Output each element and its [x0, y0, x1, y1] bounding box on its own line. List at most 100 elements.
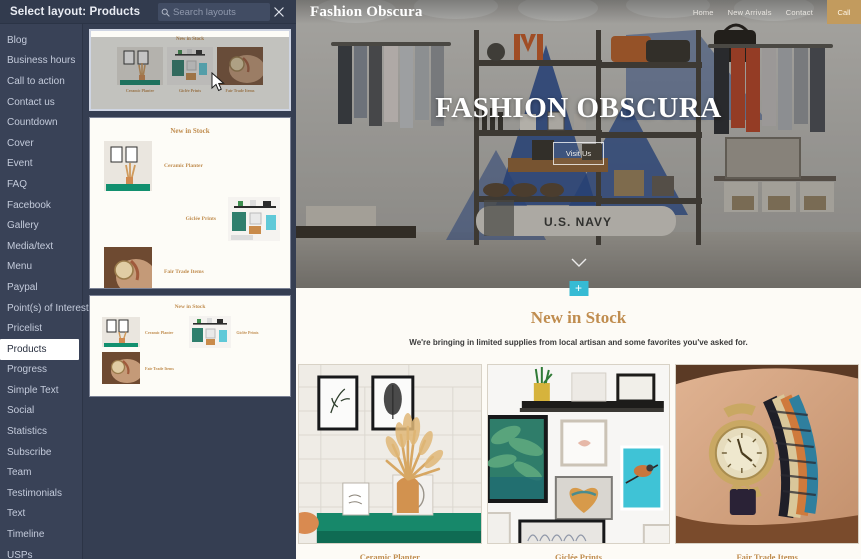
sidebar-item-call-to-action[interactable]: Call to action	[0, 71, 82, 92]
thumb2-caption: Fair Trade Items	[164, 269, 204, 275]
sidebar-item-products[interactable]: Products	[0, 338, 79, 360]
sidebar-item-label: Social	[7, 405, 35, 417]
thumb2-row: Giclée Prints	[90, 197, 290, 241]
sidebar-item-label: Cover	[7, 137, 34, 149]
sidebar-item-label: Progress	[7, 364, 48, 376]
thumb3-title: New in Stock	[174, 304, 206, 310]
sidebar-item-label: Event	[7, 158, 33, 170]
nav-link-new-arrivals[interactable]: New Arrivals	[728, 8, 772, 17]
sidebar-item-contact-us[interactable]: Contact us	[0, 92, 82, 113]
category-sidebar[interactable]: Blog Business hours Call to action Contact …	[0, 24, 89, 559]
sidebar-item-label: Subscribe	[7, 446, 52, 458]
section-title: New in Stock	[530, 308, 627, 327]
product-caption: Ceramic Planter	[359, 552, 420, 559]
sidebar-item-menu[interactable]: Menu	[0, 257, 82, 278]
thumb1-image-planter	[117, 47, 163, 85]
sidebar-item-facebook[interactable]: Facebook	[0, 195, 82, 216]
sidebar-item-label: Products	[7, 343, 47, 355]
thumb2-title: New in Stock	[170, 127, 210, 135]
sidebar-item-team[interactable]: Team	[0, 462, 82, 483]
add-block-button[interactable]: +	[569, 281, 588, 296]
sidebar-item-business-hours[interactable]: Business hours	[0, 51, 82, 72]
thumb2-image-prints	[228, 197, 280, 241]
sidebar-item-countdown[interactable]: Countdown	[0, 112, 82, 133]
thumb3-image-fairtrade	[102, 352, 140, 384]
site-nav[interactable]: Home New Arrivals Contact	[693, 0, 827, 24]
nav-link-home[interactable]: Home	[693, 8, 714, 17]
section-subtitle: We're bringing in limited supplies from …	[409, 338, 748, 347]
layout-thumbnail-zigzag[interactable]: New in Stock Ceramic Planter Giclée Prin…	[89, 117, 291, 289]
product-grid: Ceramic Planter Giclée Prints Fair Trade…	[296, 364, 861, 559]
layout-preview-pane: U.S. NAVY Fashion Obscura Home New Arriv…	[296, 0, 861, 559]
sidebar-item-label: Pricelist	[7, 323, 43, 335]
thumb1-caption: Fair Trade Items	[225, 88, 255, 93]
modal-topbar: Select layout: Products	[0, 0, 305, 24]
thumb1-image-prints	[167, 47, 213, 85]
sidebar-item-blog[interactable]: Blog	[0, 30, 82, 51]
visit-us-button[interactable]: Visit Us	[552, 142, 605, 165]
sidebar-item-subscribe[interactable]: Subscribe	[0, 442, 82, 463]
sidebar-item-paypal[interactable]: Paypal	[0, 277, 82, 298]
page-title: Select layout: Products	[10, 5, 141, 18]
sidebar-item-cover[interactable]: Cover	[0, 133, 82, 154]
sidebar-item-usps[interactable]: USPs	[0, 545, 82, 559]
thumb1-cell: Ceramic Planter	[117, 47, 163, 93]
layout-thumbnail-grid[interactable]: New in Stock Ceramic Planter Giclée Prin…	[89, 29, 291, 111]
sidebar-item-faq[interactable]: FAQ	[0, 174, 82, 195]
sidebar-item-label: Facebook	[7, 199, 51, 211]
sidebar-item-label: Testimonials	[7, 487, 63, 499]
layout-thumbnail-panel[interactable]: New in Stock Ceramic Planter Giclée Prin…	[82, 24, 296, 559]
thumb1-caption: Giclée Prints	[178, 88, 202, 93]
product-card[interactable]: Fair Trade Items	[675, 364, 860, 559]
sidebar-item-event[interactable]: Event	[0, 154, 82, 175]
site-header: Fashion Obscura Home New Arrivals Contact …	[296, 0, 861, 24]
thumb3-caption: Fair Trade Items	[145, 365, 174, 371]
thumb3-row: Ceramic Planter	[102, 316, 173, 348]
thumb2-caption: Ceramic Planter	[164, 163, 203, 169]
layout-thumbnail-twocol[interactable]: New in Stock Ceramic Planter Giclée Prin…	[89, 295, 291, 397]
nav-link-contact[interactable]: Contact	[786, 8, 813, 17]
sidebar-item-social[interactable]: Social	[0, 401, 82, 422]
sidebar-item-text[interactable]: Text	[0, 504, 82, 525]
product-caption: Fair Trade Items	[736, 552, 798, 559]
search-layouts-box[interactable]	[158, 3, 305, 21]
product-card[interactable]: Ceramic Planter	[298, 364, 482, 559]
scroll-down-chevron-icon[interactable]	[571, 258, 587, 268]
sidebar-item-label: Point(s) of Interest	[7, 302, 89, 314]
thumb1-cell: Fair Trade Items	[217, 47, 263, 93]
hero-title: FASHION OBSCURA	[435, 92, 722, 124]
product-card[interactable]: Giclée Prints	[486, 364, 671, 559]
sidebar-item-label: Menu	[7, 261, 33, 273]
sidebar-item-statistics[interactable]: Statistics	[0, 421, 82, 442]
thumb2-image-fairtrade	[104, 247, 152, 288]
product-image-fair-trade-items	[675, 364, 860, 544]
sidebar-item-gallery[interactable]: Gallery	[0, 215, 82, 236]
thumb3-row: Fair Trade Items	[90, 352, 290, 384]
thumb1-caption: Ceramic Planter	[125, 88, 155, 93]
sidebar-item-label: Team	[7, 467, 32, 479]
hero-section: U.S. NAVY Fashion Obscura Home New Arriv…	[296, 0, 861, 288]
thumb2-caption: Giclée Prints	[185, 216, 216, 222]
hero-content: FASHION OBSCURA Visit Us	[296, 92, 861, 165]
thumb2-row: Fair Trade Items	[90, 247, 290, 288]
sidebar-item-label: USPs	[7, 549, 33, 559]
sidebar-item-label: Text	[7, 508, 26, 520]
sidebar-item-testimonials[interactable]: Testimonials	[0, 483, 82, 504]
sidebar-item-progress[interactable]: Progress	[0, 360, 82, 381]
sidebar-item-timeline[interactable]: Timeline	[0, 524, 82, 545]
close-icon[interactable]	[270, 3, 288, 21]
sidebar-item-media-text[interactable]: Media/text	[0, 236, 82, 257]
sidebar-item-label: Call to action	[7, 75, 65, 87]
thumb1-cell: Giclée Prints	[167, 47, 213, 93]
sidebar-item-label: Business hours	[7, 55, 76, 67]
thumb3-caption: Giclée Prints	[236, 329, 259, 335]
thumb1-title: New in Stock	[175, 37, 205, 42]
sidebar-item-pricelist[interactable]: Pricelist	[0, 318, 82, 339]
site-brand[interactable]: Fashion Obscura	[296, 4, 423, 21]
thumb2-row: Ceramic Planter	[90, 141, 290, 191]
product-image-giclee-prints	[486, 364, 671, 544]
sidebar-item-simple-text[interactable]: Simple Text	[0, 380, 82, 401]
sidebar-item-point-s-of-interest[interactable]: Point(s) of Interest	[0, 298, 89, 319]
product-image-ceramic-planter	[298, 364, 482, 544]
call-button[interactable]: Call	[827, 0, 861, 24]
